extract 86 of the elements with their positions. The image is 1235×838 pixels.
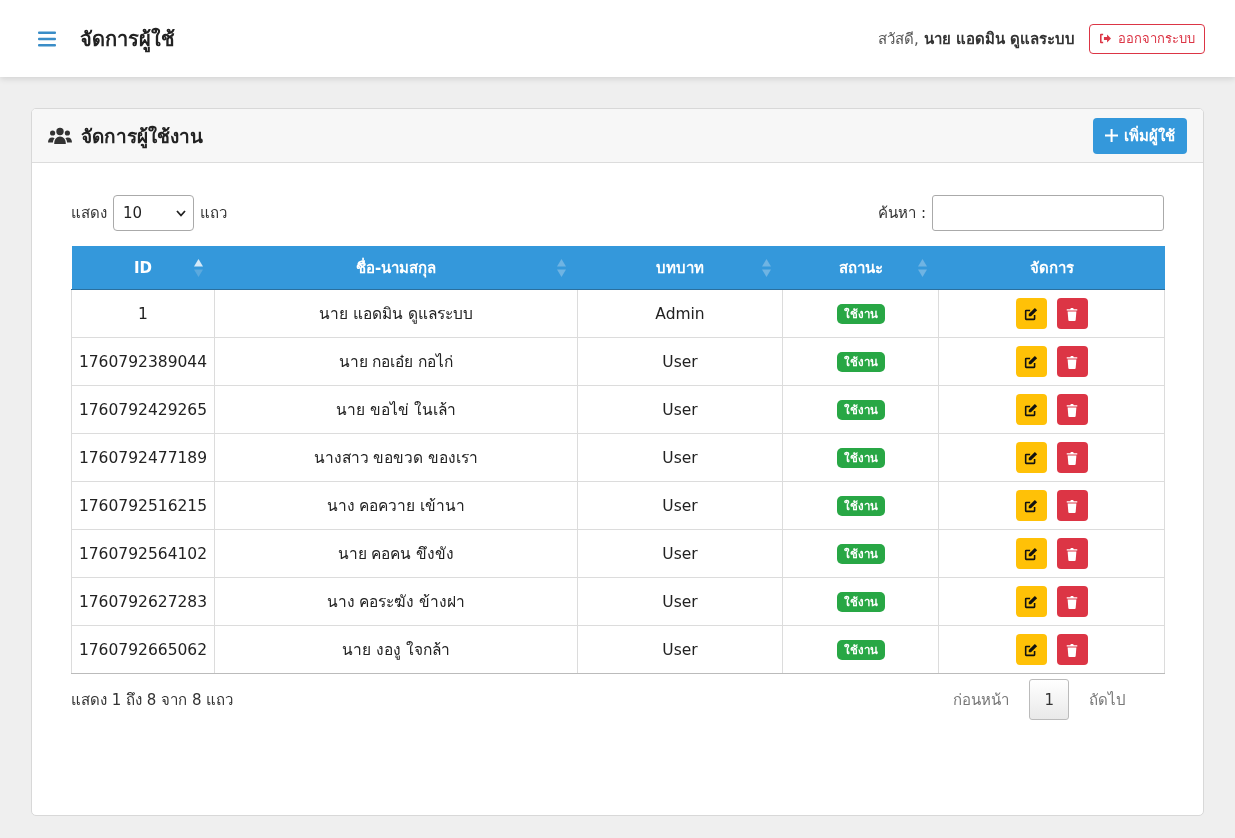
status-badge: ใช้งาน	[836, 591, 885, 612]
status-badge: ใช้งาน	[836, 303, 885, 324]
trash-icon	[1065, 450, 1079, 465]
edit-icon	[1024, 642, 1038, 657]
table-cell: Admin	[577, 289, 783, 338]
greeting-text: สวัสดี, นาย แอดมิน ดูแลระบบ	[878, 28, 1075, 51]
table-cell: นางสาว ขอขวด ของเรา	[214, 433, 578, 482]
edit-icon	[1024, 594, 1038, 609]
delete-button[interactable]	[1056, 634, 1088, 665]
trash-icon	[1065, 498, 1079, 513]
table-cell: 1760792564102	[71, 529, 215, 578]
table-cell: นาย ขอไข่ ในเล้า	[214, 385, 578, 434]
sign-out-icon	[1099, 33, 1112, 44]
edit-button[interactable]	[1015, 346, 1047, 377]
trash-icon	[1065, 594, 1079, 609]
trash-icon	[1065, 354, 1079, 369]
table-cell: 1760792516215	[71, 481, 215, 530]
table-cell: 1760792627283	[71, 577, 215, 626]
table-cell: 1760792477189	[71, 433, 215, 482]
edit-icon	[1024, 402, 1038, 417]
table-cell: นาง คอควาย เข้านา	[214, 481, 578, 530]
table-cell: นาย กอเอ๋ย กอไก่	[214, 337, 578, 386]
menu-icon[interactable]	[38, 30, 56, 47]
column-header[interactable]: ชื่อ-นามสกุล	[214, 246, 578, 290]
table-cell: นาย งองู ใจกล้า	[214, 625, 578, 674]
trash-icon	[1065, 306, 1079, 321]
status-badge: ใช้งาน	[836, 495, 885, 516]
edit-button[interactable]	[1015, 490, 1047, 521]
edit-icon	[1024, 450, 1038, 465]
status-badge: ใช้งาน	[836, 543, 885, 564]
page-button[interactable]: 1	[1029, 679, 1069, 720]
edit-button[interactable]	[1015, 442, 1047, 473]
edit-icon	[1024, 354, 1038, 369]
table-cell: นาย แอดมิน ดูแลระบบ	[214, 289, 578, 338]
trash-icon	[1065, 546, 1079, 561]
users-icon	[48, 126, 72, 145]
delete-button[interactable]	[1056, 490, 1088, 521]
status-badge: ใช้งาน	[836, 639, 885, 660]
rows-label: แถว	[200, 203, 227, 224]
search-field[interactable]	[932, 195, 1164, 231]
edit-icon	[1024, 498, 1038, 513]
table-cell: นาง คอระฆัง ข้างฝา	[214, 577, 578, 626]
column-header: จัดการ	[938, 246, 1165, 290]
edit-button[interactable]	[1015, 538, 1047, 569]
table-cell: 1760792429265	[71, 385, 215, 434]
page-title: จัดการผู้ใช้	[80, 25, 175, 55]
table-cell: นาย คอคน ขึงขัง	[214, 529, 578, 578]
column-header[interactable]: บทบาท	[577, 246, 783, 290]
delete-button[interactable]	[1056, 346, 1088, 377]
plus-icon	[1105, 129, 1118, 142]
delete-button[interactable]	[1056, 538, 1088, 569]
trash-icon	[1065, 642, 1079, 657]
delete-button[interactable]	[1056, 394, 1088, 425]
edit-icon	[1024, 306, 1038, 321]
status-badge: ใช้งาน	[836, 351, 885, 372]
column-header[interactable]: สถานะ	[782, 246, 939, 290]
table-cell: 1760792389044	[71, 337, 215, 386]
edit-button[interactable]	[1015, 298, 1047, 329]
delete-button[interactable]	[1056, 586, 1088, 617]
table-cell: User	[577, 577, 783, 626]
table-cell: 1760792665062	[71, 625, 215, 674]
table-cell: 1	[71, 289, 215, 338]
status-badge: ใช้งาน	[836, 447, 885, 468]
table-cell: User	[577, 481, 783, 530]
card-title: จัดการผู้ใช้งาน	[81, 123, 203, 151]
table-cell: User	[577, 385, 783, 434]
delete-button[interactable]	[1056, 442, 1088, 473]
chevron-down-icon	[176, 209, 186, 217]
rows-per-page-select[interactable]: 10	[113, 195, 194, 231]
status-badge: ใช้งาน	[836, 399, 885, 420]
add-user-button[interactable]: เพิ่มผู้ใช้	[1093, 117, 1187, 154]
table-cell: User	[577, 337, 783, 386]
table-cell: User	[577, 433, 783, 482]
column-header[interactable]: ID	[71, 246, 215, 290]
edit-button[interactable]	[1015, 394, 1047, 425]
trash-icon	[1065, 402, 1079, 417]
delete-button[interactable]	[1056, 298, 1088, 329]
table-cell: User	[577, 529, 783, 578]
logout-button[interactable]: ออกจากระบบ	[1089, 23, 1205, 54]
table-info-text: แสดง 1 ถึง 8 จาก 8 แถว	[71, 689, 234, 711]
edit-button[interactable]	[1015, 634, 1047, 665]
edit-button[interactable]	[1015, 586, 1047, 617]
show-label: แสดง	[71, 203, 107, 224]
table-cell: User	[577, 625, 783, 674]
search-label: ค้นหา :	[878, 203, 926, 224]
edit-icon	[1024, 546, 1038, 561]
